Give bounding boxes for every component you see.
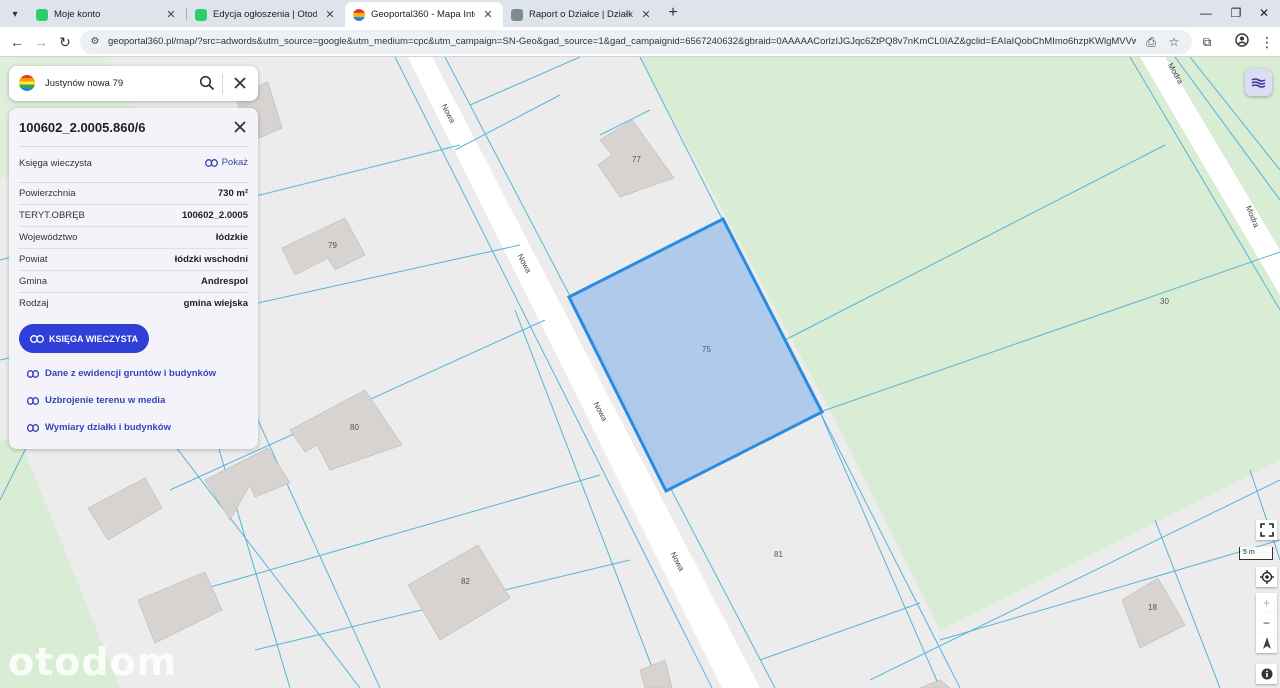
attr-row-wojewodztwo: Województwo łódzkie bbox=[19, 227, 248, 249]
link-dane-z-ewidencji[interactable]: Dane z ewidencji gruntów i budynków bbox=[27, 368, 216, 379]
reset-north-button[interactable] bbox=[1256, 633, 1277, 653]
info-icon bbox=[1261, 668, 1272, 680]
attr-row-powierzchnia: Powierzchnia 730 m² bbox=[19, 183, 248, 205]
url-text[interactable]: geoportal360.pl/map/?src=adwords&utm_sou… bbox=[108, 36, 1136, 49]
site-info-icon[interactable]: ⚙ bbox=[88, 35, 102, 49]
ksiega-wieczysta-button-label: KSIĘGA WIECZYSTA bbox=[48, 333, 138, 344]
menu-kebab-icon[interactable]: ⋮ bbox=[1257, 32, 1277, 52]
link-icon bbox=[30, 334, 44, 343]
link-icon bbox=[27, 369, 39, 378]
tab-title: Moje konto bbox=[54, 9, 101, 20]
parcel-number-label: 80 bbox=[350, 423, 359, 432]
link-uzbrojenie-terenu[interactable]: Uzbrojenie terenu w media bbox=[27, 395, 165, 406]
attr-key: TERYT.OBRĘB bbox=[19, 210, 85, 221]
tab-geoportal360[interactable]: Geoportal360 - Mapa Interakty ✕ bbox=[345, 2, 503, 27]
tab-title: Edycja ogłoszenia | Otodom.pl bbox=[213, 9, 317, 20]
attr-value: 730 m² bbox=[217, 188, 248, 199]
parcel-number-label: 18 bbox=[1148, 603, 1157, 612]
locate-me-button[interactable] bbox=[1256, 567, 1277, 587]
link-label: Dane z ewidencji gruntów i budynków bbox=[45, 368, 217, 379]
fullscreen-icon bbox=[1259, 523, 1274, 537]
link-icon bbox=[27, 396, 39, 405]
attr-row-teryt: TERYT.OBRĘB 100602_2.0005 bbox=[19, 205, 248, 227]
link-label: Wymiary działki i budynków bbox=[45, 422, 171, 433]
layers-button[interactable] bbox=[1245, 69, 1272, 96]
link-icon bbox=[27, 423, 39, 432]
reload-icon[interactable]: ↻ bbox=[55, 32, 75, 52]
search-input[interactable]: Justynów nowa 79 bbox=[45, 78, 123, 89]
kw-show-label: Pokaż bbox=[221, 157, 248, 168]
info-button[interactable] bbox=[1256, 664, 1277, 684]
tab-close-icon[interactable]: ✕ bbox=[323, 8, 337, 21]
parcel-info-panel: 100602_2.0005.860/6 Księga wieczysta Pok… bbox=[9, 108, 258, 449]
link-icon bbox=[204, 158, 218, 167]
geoportal-favicon-icon bbox=[353, 8, 365, 21]
otodom-favicon-icon bbox=[195, 8, 207, 21]
zoom-out-button[interactable]: − bbox=[1256, 613, 1277, 633]
window-close-icon[interactable]: ✕ bbox=[1244, 4, 1280, 22]
new-tab-plus-icon[interactable]: + bbox=[664, 3, 682, 23]
crosshair-icon bbox=[1259, 570, 1274, 584]
tab-search-chevron-icon[interactable]: ▾ bbox=[6, 5, 24, 23]
link-wymiary-dzialki[interactable]: Wymiary działki i budynków bbox=[27, 422, 171, 433]
attr-value: Andrespol bbox=[201, 276, 248, 287]
profile-avatar-icon[interactable] bbox=[1232, 32, 1252, 52]
kw-label: Księga wieczysta bbox=[19, 158, 92, 169]
attr-row-powiat: Powiat łódzki wschodni bbox=[19, 249, 248, 271]
bookmark-star-icon[interactable]: ☆ bbox=[1166, 34, 1182, 50]
layers-icon bbox=[1251, 78, 1266, 88]
kw-row: Księga wieczysta Pokaż bbox=[19, 154, 248, 174]
search-icon[interactable] bbox=[199, 75, 215, 91]
attr-row-rodzaj: Rodzaj gmina wiejska bbox=[19, 293, 248, 315]
parcel-number-label: 81 bbox=[774, 550, 783, 559]
install-app-icon[interactable]: ⎙ bbox=[1143, 34, 1159, 50]
address-bar[interactable]: ⚙ geoportal360.pl/map/?src=adwords&utm_s… bbox=[80, 30, 1192, 54]
attr-key: Powierzchnia bbox=[19, 188, 76, 199]
attr-value: łódzkie bbox=[215, 232, 248, 243]
attr-key: Powiat bbox=[19, 254, 48, 265]
otodom-watermark: otodom bbox=[8, 640, 178, 684]
attr-value: łódzki wschodni bbox=[174, 254, 248, 265]
map-scale-bar: 5 m bbox=[1239, 547, 1273, 560]
address-search-box: Justynów nowa 79 bbox=[9, 66, 258, 101]
extensions-puzzle-icon[interactable]: ⧉ bbox=[1197, 32, 1217, 52]
tab-title: Raport o Działce | Działki360.pl bbox=[529, 9, 633, 20]
tab-raport-o-dzialce[interactable]: Raport o Działce | Działki360.pl ✕ bbox=[503, 2, 661, 27]
parcel-id-title: 100602_2.0005.860/6 bbox=[19, 120, 146, 135]
tab-close-icon[interactable]: ✕ bbox=[164, 8, 178, 21]
attr-key: Gmina bbox=[19, 276, 47, 287]
parcel-number-label: 82 bbox=[461, 577, 470, 586]
tab-edycja-ogloszenia[interactable]: Edycja ogłoszenia | Otodom.pl ✕ bbox=[187, 2, 345, 27]
tab-close-icon[interactable]: ✕ bbox=[481, 8, 495, 21]
tab-moje-konto[interactable]: Moje konto ✕ bbox=[28, 2, 186, 27]
attr-value: 100602_2.0005 bbox=[181, 210, 248, 221]
parcel-number-label: 79 bbox=[328, 241, 337, 250]
attr-value: gmina wiejska bbox=[183, 298, 248, 309]
tab-close-icon[interactable]: ✕ bbox=[639, 8, 653, 21]
panel-close-icon[interactable] bbox=[231, 118, 249, 136]
fullscreen-button[interactable] bbox=[1256, 520, 1277, 540]
geoportal-logo-icon bbox=[19, 75, 35, 91]
link-label: Uzbrojenie terenu w media bbox=[45, 395, 166, 406]
panel-divider bbox=[19, 146, 248, 147]
parcel-number-label: 30 bbox=[1160, 297, 1169, 306]
attr-key: Rodzaj bbox=[19, 298, 49, 309]
forward-arrow-icon[interactable]: → bbox=[31, 32, 51, 52]
zoom-in-button[interactable]: + bbox=[1256, 593, 1277, 613]
tab-strip: ▾ Moje konto ✕ Edycja ogłoszenia | Otodo… bbox=[0, 0, 1280, 27]
attr-key: Województwo bbox=[19, 232, 78, 243]
otodom-favicon-icon bbox=[36, 8, 48, 21]
dzialki360-favicon-icon bbox=[511, 8, 523, 21]
tab-title: Geoportal360 - Mapa Interakty bbox=[371, 9, 475, 20]
parcel-number-label: 75 bbox=[702, 345, 711, 354]
parcel-number-label: 77 bbox=[632, 155, 641, 164]
clear-search-close-icon[interactable] bbox=[231, 74, 249, 92]
compass-icon bbox=[1262, 637, 1271, 649]
search-divider bbox=[222, 74, 223, 94]
ksiega-wieczysta-button[interactable]: KSIĘGA WIECZYSTA bbox=[19, 324, 149, 353]
kw-show-link[interactable]: Pokaż bbox=[204, 157, 248, 168]
attr-row-gmina: Gmina Andrespol bbox=[19, 271, 248, 293]
browser-toolbar: ← → ↻ ⚙ geoportal360.pl/map/?src=adwords… bbox=[0, 27, 1280, 57]
back-arrow-icon[interactable]: ← bbox=[7, 32, 27, 52]
